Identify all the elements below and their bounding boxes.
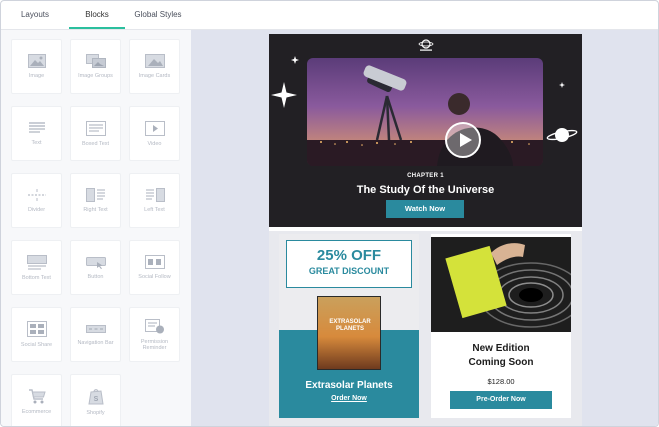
order-now-link[interactable]: Order Now [279, 395, 419, 402]
tab-bar: Layouts Blocks Global Styles [1, 1, 191, 29]
video-scene [307, 65, 543, 166]
discount-box: 25% OFF GREAT DISCOUNT [286, 240, 412, 288]
block-label: Social Share [20, 342, 53, 348]
discount-percent: 25% OFF [316, 247, 382, 264]
image-icon [27, 54, 46, 68]
blocks-sidebar: Image Image Groups Image Cards Text Boxe… [1, 30, 191, 426]
social-share-icon [26, 321, 47, 337]
space-logo-icon [418, 39, 434, 51]
block-boxed-text[interactable]: Boxed Text [70, 106, 121, 161]
blocks-grid: Image Image Groups Image Cards Text Boxe… [11, 39, 180, 426]
block-label: Bottom Text [22, 274, 51, 281]
block-social-follow[interactable]: Social Follow [129, 240, 180, 295]
shopify-icon: S [87, 388, 104, 404]
block-left-text[interactable]: Left Text [129, 173, 180, 228]
block-shopify[interactable]: S Shopify [70, 374, 121, 426]
block-label: Divider [27, 207, 46, 213]
block-label: Navigation Bar [77, 340, 114, 346]
editor-window: Layouts Blocks Global Styles Image Image… [0, 0, 659, 427]
tab-blocks[interactable]: Blocks [69, 1, 125, 29]
galaxy-scene [431, 237, 571, 332]
svg-text:S: S [93, 396, 98, 403]
block-image-cards[interactable]: Image Cards [129, 39, 180, 94]
bottom-text-icon [26, 254, 47, 270]
block-label: Image Groups [78, 73, 113, 79]
block-label: Shopify [86, 409, 105, 416]
block-label: Boxed Text [81, 140, 110, 147]
image-groups-icon [85, 54, 106, 68]
new-edition-line2: Coming Soon [468, 357, 534, 368]
small-star-icon [559, 82, 565, 88]
block-video[interactable]: Video [129, 106, 180, 161]
block-navigation-bar[interactable]: Navigation Bar [70, 307, 121, 362]
block-label: Left Text [144, 207, 165, 213]
watch-now-button[interactable]: Watch Now [386, 200, 464, 218]
boxed-text-icon [85, 120, 106, 136]
pre-order-button[interactable]: Pre-Order Now [450, 391, 552, 409]
block-label: Button [87, 274, 104, 280]
play-button[interactable] [445, 122, 481, 158]
block-label: Permission Reminder [140, 338, 169, 351]
text-icon [28, 122, 45, 133]
divider-icon [27, 189, 46, 201]
block-bottom-text[interactable]: Bottom Text [11, 240, 62, 295]
book-cover-title: EXTRASOLAR PLANETS [329, 319, 371, 332]
navigation-bar-icon [85, 325, 106, 333]
offer-card[interactable]: 25% OFF GREAT DISCOUNT EXTRASOLAR PLANET… [279, 234, 419, 418]
image-cards-icon [144, 54, 165, 68]
button-icon [85, 257, 106, 269]
permission-reminder-icon [144, 318, 164, 333]
block-image-groups[interactable]: Image Groups [70, 39, 121, 94]
block-label: Right Text [83, 207, 108, 213]
block-text[interactable]: Text [11, 106, 62, 161]
sparkle-star-icon [271, 82, 297, 108]
book-cover-image[interactable]: EXTRASOLAR PLANETS [317, 296, 381, 370]
new-edition-title: New Edition Coming Soon [431, 342, 571, 370]
block-label: Social Follow [138, 274, 171, 280]
block-label: Video [147, 140, 162, 147]
small-star-icon [291, 56, 299, 64]
block-permission-reminder[interactable]: Permission Reminder [129, 307, 180, 362]
block-label: Image [28, 73, 45, 79]
video-thumbnail[interactable] [307, 58, 543, 166]
price-label: $128.00 [487, 377, 515, 386]
block-button[interactable]: Button [70, 240, 121, 295]
product-title: Extrasolar Planets [305, 380, 393, 391]
video-icon [144, 120, 165, 136]
block-image[interactable]: Image [11, 39, 62, 94]
tab-layouts[interactable]: Layouts [1, 1, 69, 29]
hero-title: The Study Of the Universe [356, 184, 495, 196]
shopping-cart-icon [28, 389, 46, 404]
new-edition-card[interactable]: New Edition Coming Soon $128.00 Pre-Orde… [431, 234, 571, 418]
block-right-text[interactable]: Right Text [70, 173, 121, 228]
block-label: Text [31, 140, 42, 146]
chapter-label: CHAPTER 1 [407, 173, 444, 179]
block-social-share[interactable]: Social Share [11, 307, 62, 362]
left-text-icon [145, 188, 165, 202]
product-section: 25% OFF GREAT DISCOUNT EXTRASOLAR PLANET… [269, 231, 582, 426]
block-divider[interactable]: Divider [11, 173, 62, 228]
planet-icon [546, 128, 578, 142]
block-label: Ecommerce [21, 409, 52, 415]
block-label: Image Cards [138, 73, 171, 79]
block-ecommerce[interactable]: Ecommerce [11, 374, 62, 426]
email-preview[interactable]: CHAPTER 1 The Study Of the Universe Watc… [269, 34, 582, 426]
new-edition-line1: New Edition [472, 343, 530, 354]
tab-global-styles[interactable]: Global Styles [125, 1, 191, 29]
galaxy-book-image[interactable] [431, 237, 571, 332]
hero-section[interactable]: CHAPTER 1 The Study Of the Universe Watc… [269, 34, 582, 227]
discount-subtitle: GREAT DISCOUNT [308, 266, 390, 276]
right-text-icon [85, 188, 105, 202]
social-follow-icon [144, 255, 165, 269]
